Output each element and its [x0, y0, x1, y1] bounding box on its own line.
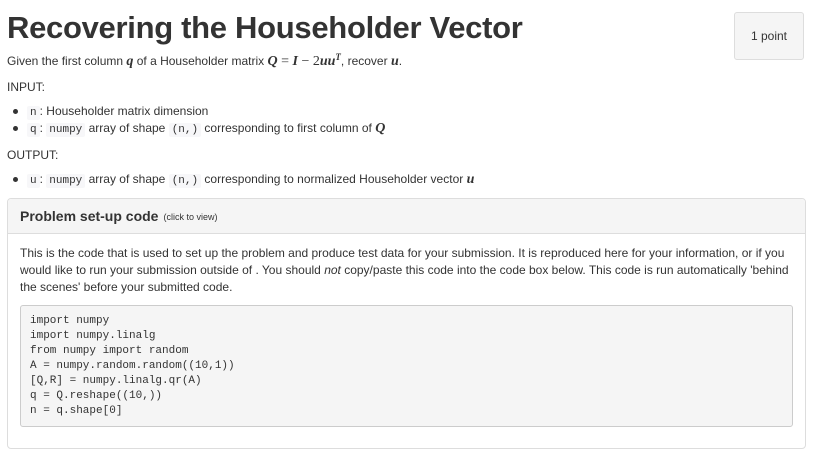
page-title: Recovering the Householder Vector — [7, 10, 523, 45]
setup-code-panel-header[interactable]: Problem set-up code (click to view) — [8, 199, 805, 234]
setup-code-title[interactable]: Problem set-up code — [20, 208, 158, 224]
input-item-q: q: numpy array of shape (n,) correspondi… — [13, 120, 386, 137]
bullet — [13, 126, 18, 131]
code-numpy: numpy — [46, 123, 86, 137]
output-list: u: numpy array of shape (n,) correspondi… — [7, 171, 474, 188]
input-list: n: Householder matrix dimension q: numpy… — [7, 103, 385, 137]
code-numpy: numpy — [46, 174, 86, 188]
points-label: 1 point — [750, 29, 788, 43]
output-item-text: array of shape — [85, 172, 169, 186]
bullet — [13, 109, 18, 114]
input-item-text: array of shape — [85, 121, 169, 135]
output-label: OUTPUT: — [7, 148, 59, 162]
code-u: u — [27, 174, 40, 188]
code-shape: (n,) — [168, 123, 202, 137]
code-q: q — [27, 123, 40, 137]
setup-code-panel: Problem set-up code (click to view) This… — [7, 198, 806, 449]
setup-code-subtitle[interactable]: (click to view) — [163, 212, 217, 222]
math-u: u — [466, 172, 475, 187]
math-minus-two: − 2 — [297, 54, 320, 69]
code-n: n — [27, 106, 40, 120]
intro-text-3: , recover — [340, 54, 391, 68]
intro-text-2: of a Householder matrix — [133, 54, 268, 68]
setup-code-description: This is the code that is used to set up … — [20, 245, 795, 296]
description-emphasis: not — [324, 263, 341, 277]
input-label: INPUT: — [7, 80, 46, 94]
math-Q: Q — [375, 121, 386, 136]
math-equals: = — [277, 54, 293, 69]
input-item-text: : Householder matrix dimension — [39, 104, 209, 118]
problem-statement: Given the first column q of a Householde… — [7, 52, 402, 70]
output-item-u: u: numpy array of shape (n,) correspondi… — [13, 171, 475, 188]
intro-text-4: . — [398, 54, 403, 68]
intro-text-1: Given the first column — [7, 54, 127, 68]
math-uu: uu — [319, 54, 336, 69]
math-Q: Q — [267, 54, 278, 69]
math-u: u — [390, 54, 399, 69]
input-item-n: n: Householder matrix dimension — [13, 103, 385, 120]
bullet — [13, 177, 18, 182]
setup-code-block: import numpy import numpy.linalg from nu… — [20, 305, 793, 427]
output-item-text-2: corresponding to normalized Householder … — [201, 172, 467, 186]
input-item-text-2: corresponding to first column of — [201, 121, 376, 135]
code-shape: (n,) — [168, 174, 202, 188]
points-badge: 1 point — [734, 12, 804, 60]
